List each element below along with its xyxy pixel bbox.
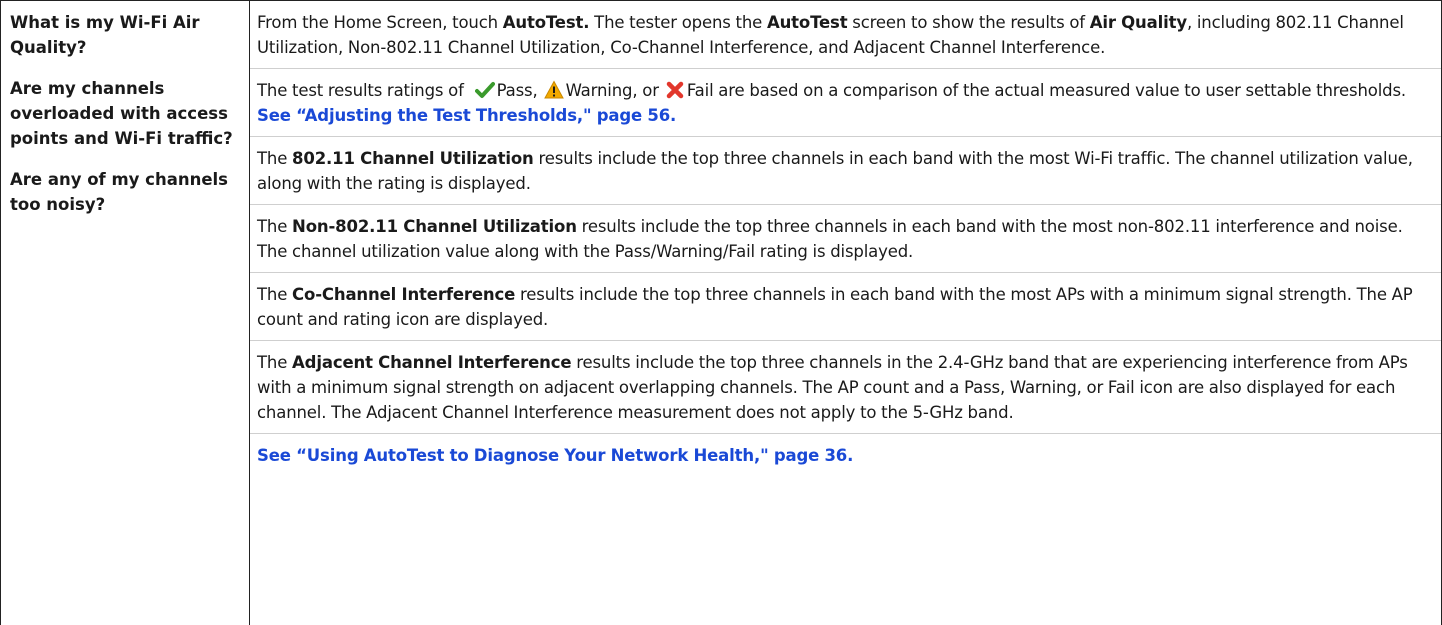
paragraph-ratings: The test results ratings of Pass, Warning…	[250, 78, 1441, 137]
text: The	[257, 149, 293, 168]
bold-air-quality: Air Quality	[1089, 13, 1187, 32]
link-adjusting-thresholds[interactable]: See “Adjusting the Test Thresholds," pag…	[257, 106, 676, 125]
bold-term: 802.11 Channel Utilization	[292, 149, 534, 168]
link-using-autotest[interactable]: See “Using AutoTest to Diagnose Your Net…	[257, 446, 853, 465]
text: The	[257, 353, 293, 372]
text: screen to show the results of	[847, 13, 1090, 32]
bold-autotest-screen: AutoTest	[766, 13, 848, 32]
question-column: What is my Wi-Fi Air Quality? Are my cha…	[1, 1, 250, 625]
text: From the Home Screen, touch	[257, 13, 503, 32]
paragraph-80211-utilization: The 802.11 Channel Utilization results i…	[250, 146, 1441, 205]
pass-label: Pass,	[496, 81, 538, 100]
paragraph-autotest-intro: From the Home Screen, touch AutoTest. Th…	[250, 10, 1441, 69]
question-channels-noisy: Are any of my channels too noisy?	[10, 170, 228, 214]
checkmark-icon	[474, 82, 495, 98]
text: The test results ratings of	[257, 81, 469, 100]
paragraph-non-80211-utilization: The Non-802.11 Channel Utilization resul…	[250, 214, 1441, 273]
text: The tester opens the	[589, 13, 767, 32]
warning-triangle-icon	[543, 80, 564, 99]
question-channels-overloaded: Are my channels overloaded with access p…	[10, 79, 233, 148]
paragraph-co-channel: The Co-Channel Interference results incl…	[250, 282, 1441, 341]
bold-term: Adjacent Channel Interference	[292, 353, 572, 372]
paragraph-adjacent-channel: The Adjacent Channel Interference result…	[250, 350, 1441, 434]
warning-label: Warning, or	[565, 81, 659, 100]
text: The	[257, 217, 293, 236]
bold-term: Non-802.11 Channel Utilization	[292, 217, 577, 236]
text: The	[257, 285, 293, 304]
x-mark-icon	[666, 81, 684, 99]
faq-table: What is my Wi-Fi Air Quality? Are my cha…	[0, 0, 1442, 625]
paragraph-see-also: See “Using AutoTest to Diagnose Your Net…	[250, 443, 1441, 476]
answer-column: From the Home Screen, touch AutoTest. Th…	[250, 1, 1441, 625]
question-air-quality: What is my Wi-Fi Air Quality?	[10, 13, 200, 57]
fail-label: Fail are based on a comparison of the ac…	[686, 81, 1407, 100]
bold-autotest: AutoTest.	[502, 13, 590, 32]
bold-term: Co-Channel Interference	[292, 285, 516, 304]
